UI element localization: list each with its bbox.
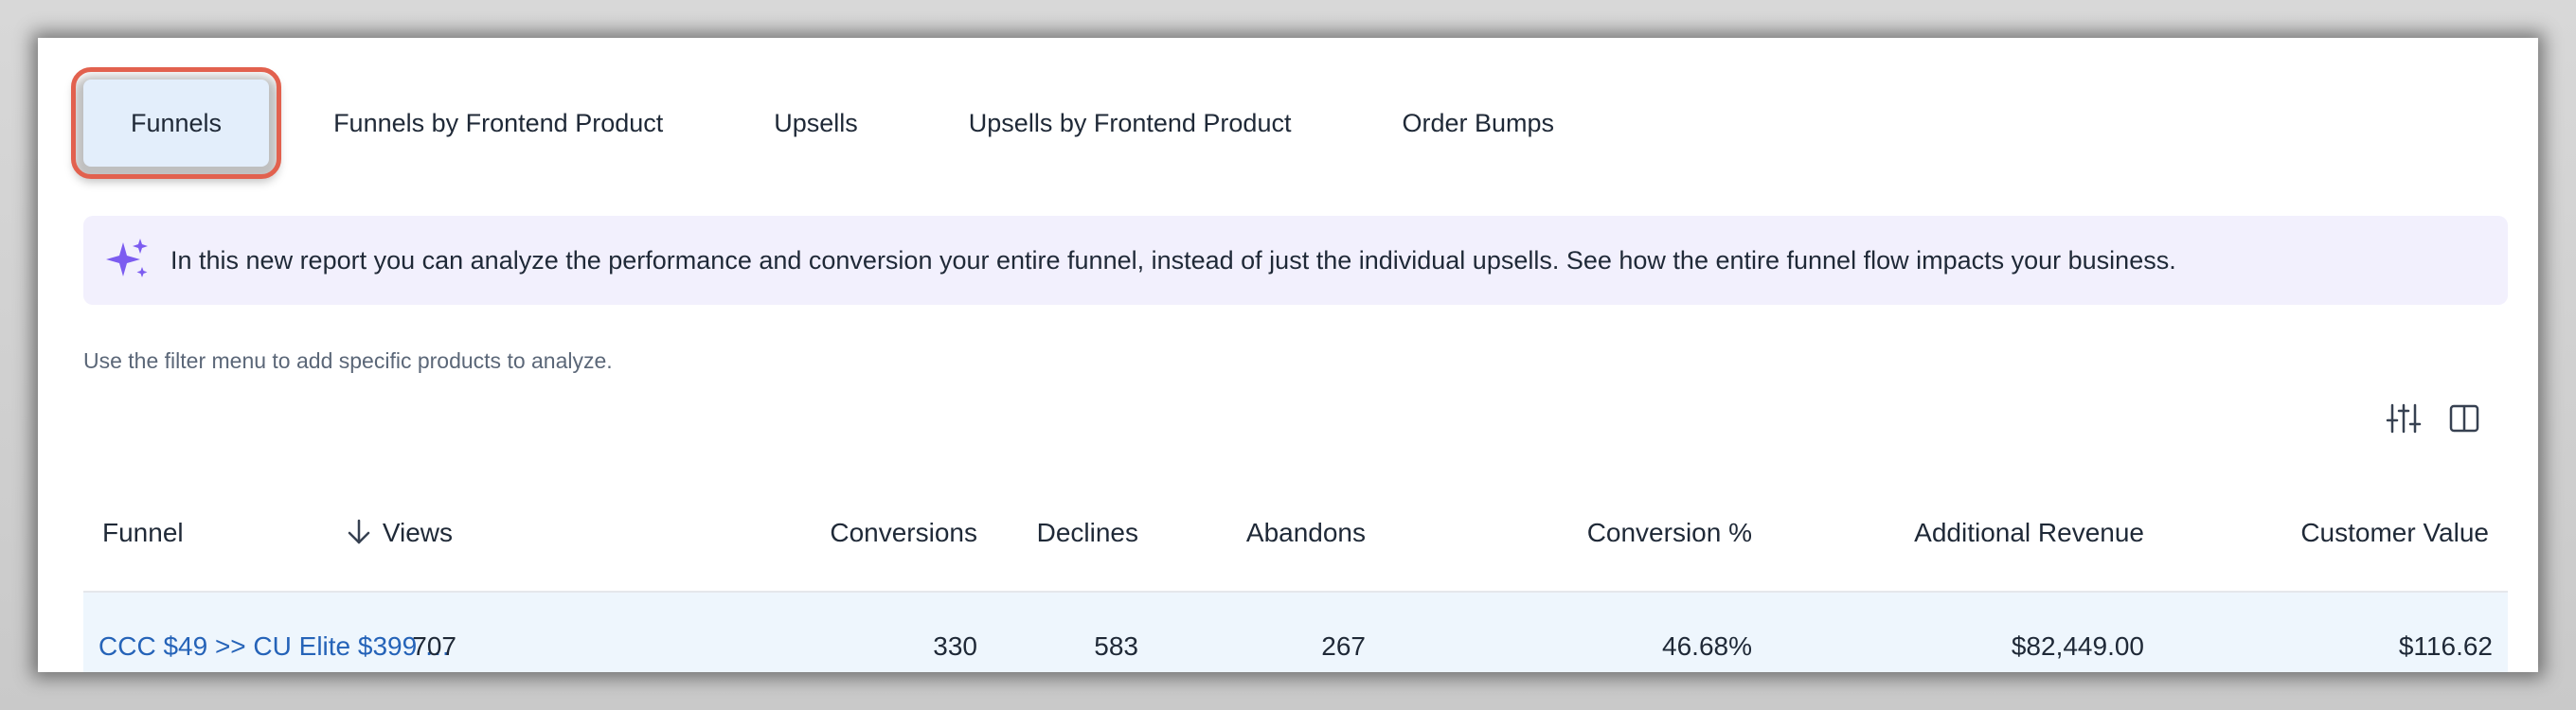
report-panel: Funnels Funnels by Frontend Product Upse… (38, 38, 2538, 672)
table-header: Funnel Views Conversions Declines Abando… (83, 475, 2508, 593)
cell-declines: 583 (1094, 631, 1138, 661)
column-header-additional-revenue[interactable]: Additional Revenue (1914, 518, 2144, 548)
sliders-icon[interactable] (2385, 399, 2423, 437)
tab-funnels[interactable]: Funnels (70, 67, 282, 179)
cell-customer-value: $116.62 (2398, 631, 2493, 661)
cell-additional-revenue: $82,449.00 (2011, 631, 2144, 661)
column-header-declines[interactable]: Declines (1037, 518, 1138, 548)
cell-conversion-pct: 46.68% (1662, 631, 1752, 661)
arrow-down-icon (348, 519, 370, 544)
views-header-label: Views (382, 518, 453, 547)
column-header-customer-value[interactable]: Customer Value (2300, 518, 2489, 548)
banner-text: In this new report you can analyze the p… (170, 245, 2176, 275)
info-banner: In this new report you can analyze the p… (83, 216, 2508, 305)
column-header-views[interactable]: Views (345, 518, 453, 548)
columns-icon[interactable] (2445, 399, 2483, 437)
cell-conversions: 330 (933, 631, 977, 661)
screenshot-backdrop: Funnels Funnels by Frontend Product Upse… (0, 0, 2576, 710)
sparkles-icon (106, 239, 148, 277)
tab-upsells[interactable]: Upsells (774, 80, 858, 167)
tab-funnels-by-frontend-product[interactable]: Funnels by Frontend Product (333, 80, 663, 167)
cell-views: 707 (412, 631, 456, 661)
column-header-funnel[interactable]: Funnel (102, 518, 184, 548)
tab-upsells-by-frontend-product[interactable]: Upsells by Frontend Product (969, 80, 1292, 167)
table-row[interactable]: CCC $49 >> CU Elite $399 … 707 330 583 2… (83, 593, 2508, 672)
report-tabs: Funnels Funnels by Frontend Product Upse… (70, 67, 1554, 179)
funnel-link[interactable]: CCC $49 >> CU Elite $399 … (98, 631, 451, 662)
column-header-conversions[interactable]: Conversions (830, 518, 977, 548)
filter-hint: Use the filter menu to add specific prod… (83, 348, 613, 373)
column-header-conversion-pct[interactable]: Conversion % (1587, 518, 1752, 548)
tab-order-bumps[interactable]: Order Bumps (1402, 80, 1554, 167)
column-header-abandons[interactable]: Abandons (1246, 518, 1366, 548)
cell-abandons: 267 (1321, 631, 1366, 661)
